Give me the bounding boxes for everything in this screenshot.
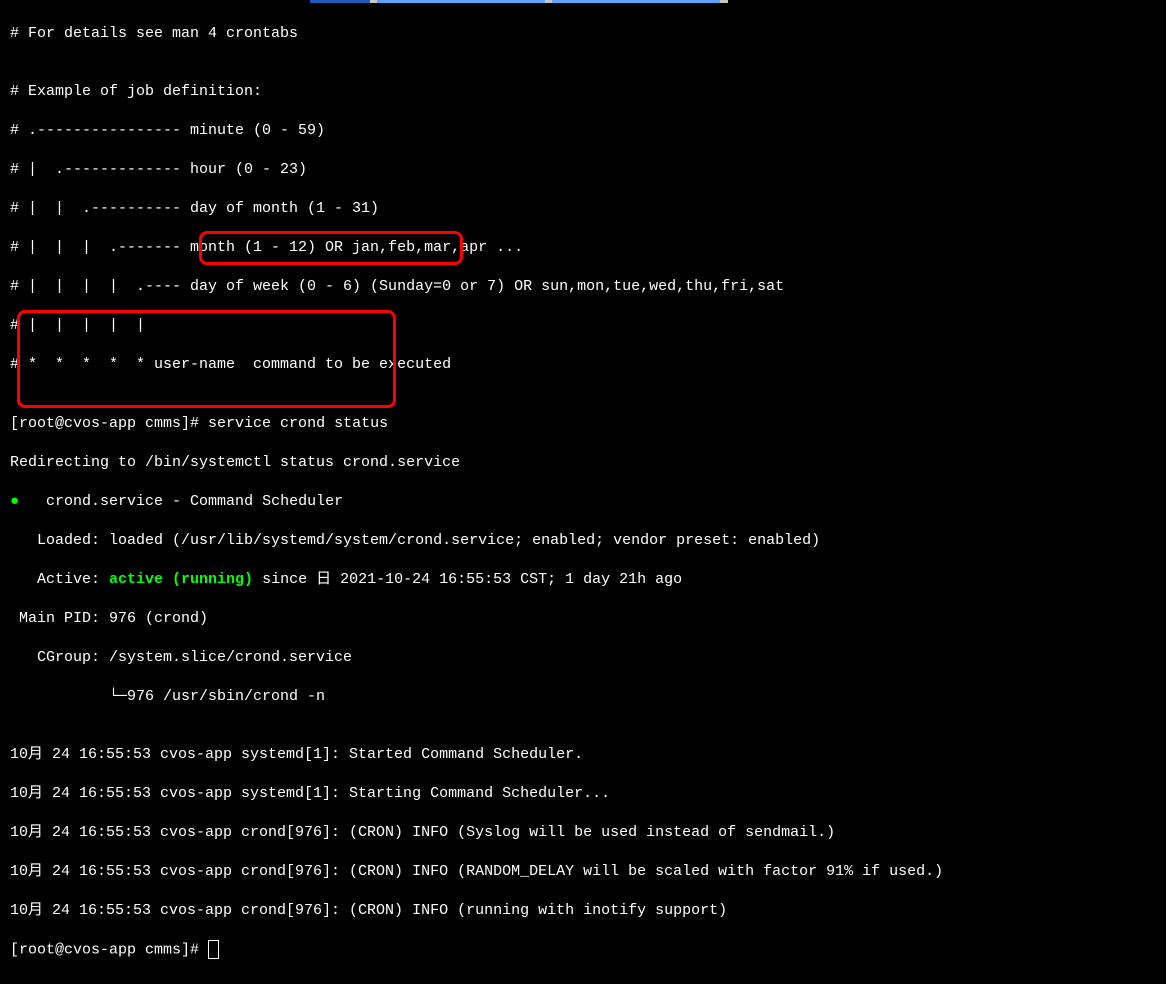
- output-text: crond.service - Command Scheduler: [46, 493, 343, 510]
- prompt-line[interactable]: [root@cvos-app cmms]#: [10, 940, 1156, 960]
- crontab-text: # | | | .------- month (1 - 12) OR jan,f…: [10, 238, 1156, 258]
- bullet-icon: ●: [10, 492, 19, 512]
- crontab-text: # | | | | |: [10, 316, 1156, 336]
- crontab-text: # | | .---------- day of month (1 - 31): [10, 199, 1156, 219]
- log-text: 10月 24 16:55:53 cvos-app systemd[1]: Sta…: [10, 745, 1156, 765]
- output-text: Main PID: 976 (crond): [10, 609, 1156, 629]
- tab-segment: [552, 0, 720, 3]
- active-since: since 日 2021-10-24 16:55:53 CST; 1 day 2…: [253, 571, 682, 588]
- output-text: CGroup: /system.slice/crond.service: [10, 648, 1156, 668]
- service-header: ● crond.service - Command Scheduler: [10, 492, 1156, 512]
- tab-segment: [377, 0, 545, 3]
- active-status: active (running): [109, 571, 253, 588]
- crontab-text: # | .------------- hour (0 - 23): [10, 160, 1156, 180]
- tab-segment: [310, 0, 370, 3]
- active-label: Active:: [10, 571, 109, 588]
- log-text: 10月 24 16:55:53 cvos-app crond[976]: (CR…: [10, 901, 1156, 921]
- shell-prompt: [root@cvos-app cmms]#: [10, 415, 208, 432]
- output-text: └─976 /usr/sbin/crond -n: [10, 687, 1156, 707]
- active-line: Active: active (running) since 日 2021-10…: [10, 570, 1156, 590]
- tab-segment: [720, 0, 728, 3]
- title-bar-fragment: [0, 0, 1166, 4]
- cursor-icon: [208, 940, 219, 959]
- crontab-text: # For details see man 4 crontabs: [10, 24, 1156, 44]
- log-text: 10月 24 16:55:53 cvos-app systemd[1]: Sta…: [10, 784, 1156, 804]
- crontab-text: # * * * * * user-name command to be exec…: [10, 355, 1156, 375]
- tab-segment: [545, 0, 552, 3]
- crontab-text: # | | | | .---- day of week (0 - 6) (Sun…: [10, 277, 1156, 297]
- log-text: 10月 24 16:55:53 cvos-app crond[976]: (CR…: [10, 862, 1156, 882]
- crontab-text: # .---------------- minute (0 - 59): [10, 121, 1156, 141]
- output-text: [19, 493, 46, 510]
- output-text: Loaded: loaded (/usr/lib/systemd/system/…: [10, 531, 1156, 551]
- crontab-text: # Example of job definition:: [10, 82, 1156, 102]
- shell-prompt: [root@cvos-app cmms]#: [10, 941, 208, 958]
- output-text: Redirecting to /bin/systemctl status cro…: [10, 453, 1156, 473]
- tab-segment: [370, 0, 377, 3]
- command-text: service crond status: [208, 415, 388, 432]
- log-text: 10月 24 16:55:53 cvos-app crond[976]: (CR…: [10, 823, 1156, 843]
- prompt-line: [root@cvos-app cmms]# service crond stat…: [10, 414, 1156, 434]
- terminal-viewport[interactable]: # For details see man 4 crontabs # Examp…: [0, 0, 1166, 983]
